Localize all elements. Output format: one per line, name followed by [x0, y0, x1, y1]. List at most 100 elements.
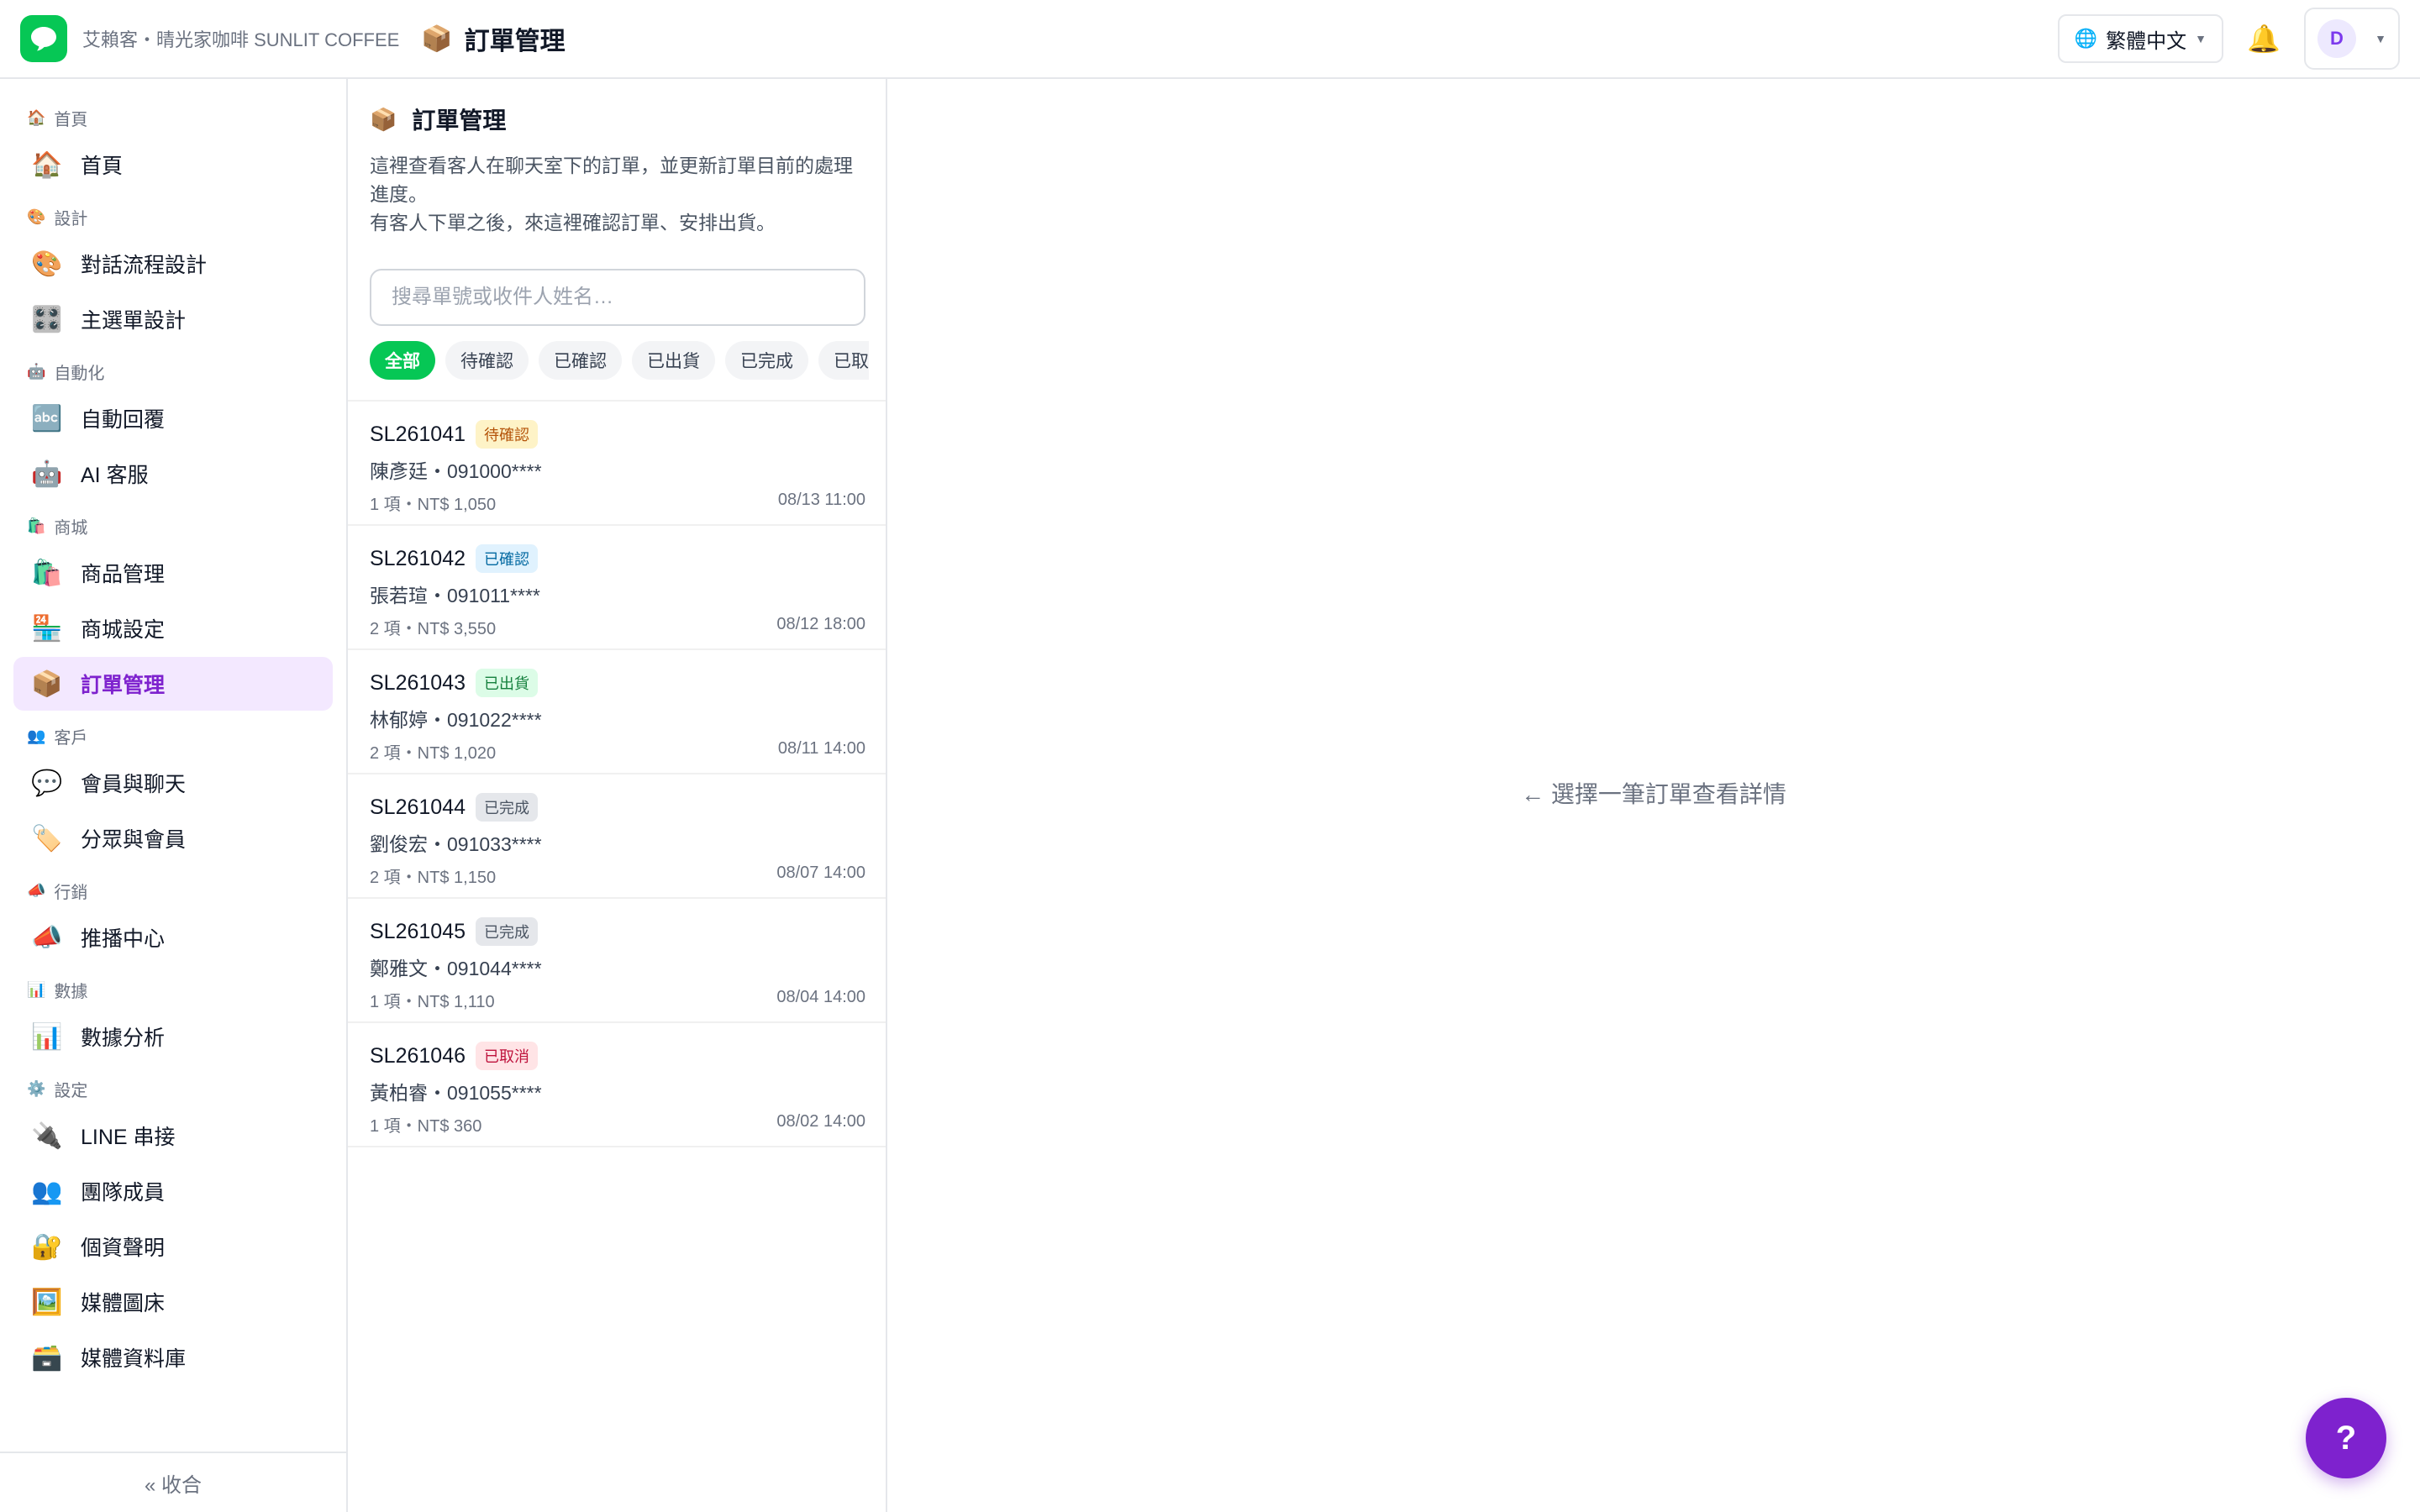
order-row[interactable]: SL261042 已確認 張若瑄・091011**** 2 項・NT$ 3,550 08…	[348, 526, 886, 650]
sidebar-item-icon: 📦	[31, 669, 63, 698]
sidebar-item-icon: 🏷️	[31, 824, 63, 853]
sidebar-item[interactable]: 🔌 LINE 串接	[13, 1109, 333, 1163]
order-detail-area: ← 選擇一筆訂單查看詳情	[887, 79, 2420, 1512]
sidebar-item[interactable]: 🛍️ 商品管理	[13, 546, 333, 600]
order-customer: 劉俊宏・091033****	[370, 833, 542, 855]
globe-icon: 🌐	[2074, 28, 2098, 49]
sidebar-item-label: LINE 串接	[81, 1126, 176, 1149]
panel-title-text: 訂單管理	[412, 108, 507, 134]
panel-description-line: 這裡查看客人在聊天室下的訂單，並更新訂單目前的處理進度。	[370, 155, 853, 205]
order-customer: 黃柏睿・091055****	[370, 1082, 542, 1104]
sidebar-item-icon: 👥	[31, 1177, 63, 1205]
order-list-panel: 📦 訂單管理 這裡查看客人在聊天室下的訂單，並更新訂單目前的處理進度。 有客人下…	[348, 79, 887, 1512]
empty-detail-hint: ← 選擇一筆訂單查看詳情	[1521, 781, 1786, 807]
status-filter-chip[interactable]: 全部	[370, 341, 435, 380]
order-summary: 1 項・NT$ 1,050	[370, 496, 497, 514]
sidebar-item-label: 團隊成員	[81, 1181, 166, 1205]
status-filter-chip[interactable]: 待確認	[445, 341, 529, 380]
group-icon: ⚙️	[27, 1079, 46, 1097]
sidebar-item-label: 推播中心	[81, 927, 166, 951]
order-customer: 鄭雅文・091044****	[370, 958, 542, 979]
order-customer: 林郁婷・091022****	[370, 709, 542, 731]
order-list: SL261041 待確認 陳彥廷・091000**** 1 項・NT$ 1,050 08…	[348, 400, 886, 1147]
package-icon: 📦	[370, 106, 397, 132]
sidebar-item-label: 主選單設計	[81, 309, 187, 333]
order-row[interactable]: SL261046 已取消 黃柏睿・091055**** 1 項・NT$ 360 08/0…	[348, 1023, 886, 1147]
chevron-down-icon: ▼	[2375, 32, 2386, 45]
order-row[interactable]: SL261045 已完成 鄭雅文・091044**** 1 項・NT$ 1,110 08…	[348, 899, 886, 1023]
sidebar-item[interactable]: 🗃️ 媒體資料庫	[13, 1331, 333, 1384]
sidebar-item[interactable]: 🔐 個資聲明	[13, 1220, 333, 1273]
package-icon: 📦	[421, 24, 453, 53]
group-icon: 🛍️	[27, 517, 46, 534]
sidebar-item-icon: 🤖	[31, 459, 63, 488]
order-id: SL261043	[370, 670, 466, 695]
group-title-text: 商城	[54, 518, 88, 538]
status-filter-chip[interactable]: 已出貨	[632, 341, 715, 380]
group-title-text: 客戶	[54, 728, 88, 748]
status-filter-chip[interactable]: 已取消	[818, 341, 869, 380]
sidebar-item-icon: 📊	[31, 1022, 63, 1051]
order-id: SL261045	[370, 919, 466, 943]
sidebar-item[interactable]: 📣 推播中心	[13, 911, 333, 964]
sidebar-item[interactable]: 📦 訂單管理	[13, 657, 333, 711]
sidebar-item[interactable]: 🎛️ 主選單設計	[13, 292, 333, 346]
sidebar-item[interactable]: 💬 會員與聊天	[13, 756, 333, 810]
group-title-text: 行銷	[54, 883, 88, 902]
sidebar-item-icon: 🔌	[31, 1121, 63, 1150]
sidebar-item[interactable]: 🏪 商城設定	[13, 601, 333, 655]
group-icon: 🏠	[27, 108, 46, 126]
order-summary: 2 項・NT$ 3,550	[370, 620, 497, 638]
line-logo-icon[interactable]	[20, 15, 67, 62]
sidebar-item-label: 對話流程設計	[81, 254, 208, 277]
sidebar-item[interactable]: 🖼️ 媒體圖床	[13, 1275, 333, 1329]
sidebar-item-label: 媒體圖床	[81, 1292, 166, 1315]
sidebar-group-title: 📣 行銷	[13, 872, 333, 909]
sidebar-item-label: 個資聲明	[81, 1236, 166, 1260]
brand-name: 艾賴客・晴光家咖啡 SUNLIT COFFEE	[82, 29, 400, 50]
sidebar-item[interactable]: 🔤 自動回覆	[13, 391, 333, 445]
user-menu[interactable]: D ▼	[2304, 8, 2400, 70]
sidebar-item[interactable]: 🎨 對話流程設計	[13, 237, 333, 291]
sidebar-item[interactable]: 👥 團隊成員	[13, 1164, 333, 1218]
sidebar-item-label: 媒體資料庫	[81, 1347, 187, 1371]
sidebar-item-label: 數據分析	[81, 1026, 166, 1050]
sidebar-item[interactable]: 🏷️ 分眾與會員	[13, 811, 333, 865]
collapse-sidebar-button[interactable]: « 收合	[0, 1452, 346, 1512]
group-icon: 📣	[27, 881, 46, 899]
order-time: 08/13 11:00	[777, 491, 865, 509]
sidebar-item-icon: 🛍️	[31, 559, 63, 587]
status-filter-chips: 全部待確認已確認已出貨已完成已取消	[370, 341, 869, 380]
sidebar-item[interactable]: 🤖 AI 客服	[13, 447, 333, 501]
order-row[interactable]: SL261044 已完成 劉俊宏・091033**** 2 項・NT$ 1,150 08…	[348, 774, 886, 899]
order-customer: 陳彥廷・091000****	[370, 460, 542, 482]
group-icon: 👥	[27, 727, 46, 744]
sidebar-group-title: 📊 數據	[13, 971, 333, 1008]
group-icon: 🤖	[27, 362, 46, 380]
help-button[interactable]: ?	[2306, 1398, 2386, 1478]
sidebar-item-icon: 🎛️	[31, 305, 63, 333]
order-row[interactable]: SL261041 待確認 陳彥廷・091000**** 1 項・NT$ 1,050 08…	[348, 402, 886, 526]
order-search-input[interactable]	[370, 269, 865, 326]
group-icon: 📊	[27, 980, 46, 998]
panel-description: 這裡查看客人在聊天室下的訂單，並更新訂單目前的處理進度。 有客人下單之後，來這裡…	[370, 151, 865, 237]
sidebar-item[interactable]: 📊 數據分析	[13, 1010, 333, 1063]
sidebar-item-label: 商城設定	[81, 618, 166, 642]
bell-icon[interactable]: 🔔	[2244, 23, 2284, 55]
order-customer: 張若瑄・091011****	[370, 585, 540, 606]
status-filter-chip[interactable]: 已完成	[725, 341, 808, 380]
order-time: 08/02 14:00	[776, 1112, 865, 1131]
page-title: 訂單管理	[464, 28, 566, 55]
order-row[interactable]: SL261043 已出貨 林郁婷・091022**** 2 項・NT$ 1,020 08…	[348, 650, 886, 774]
status-badge: 已確認	[476, 544, 539, 573]
panel-title: 📦 訂單管理	[370, 102, 865, 136]
sidebar-item-icon: 🎨	[31, 249, 63, 278]
group-title-text: 自動化	[54, 364, 105, 383]
avatar: D	[2317, 19, 2356, 58]
order-id: SL261046	[370, 1043, 466, 1068]
language-select[interactable]: 🌐 繁體中文 ▼	[2057, 14, 2223, 63]
sidebar-nav: 🏠 首頁 🏠 首頁 🎨 設計 🎨 對話流程設計 🎛️ 主選單設計 🤖 自動化 🔤 自動回覆 🤖 AI 客服 🛍️…	[0, 79, 346, 1452]
sidebar-item[interactable]: 🏠 首頁	[13, 138, 333, 192]
sidebar-group-title: ⚙️ 設定	[13, 1070, 333, 1107]
status-filter-chip[interactable]: 已確認	[539, 341, 622, 380]
